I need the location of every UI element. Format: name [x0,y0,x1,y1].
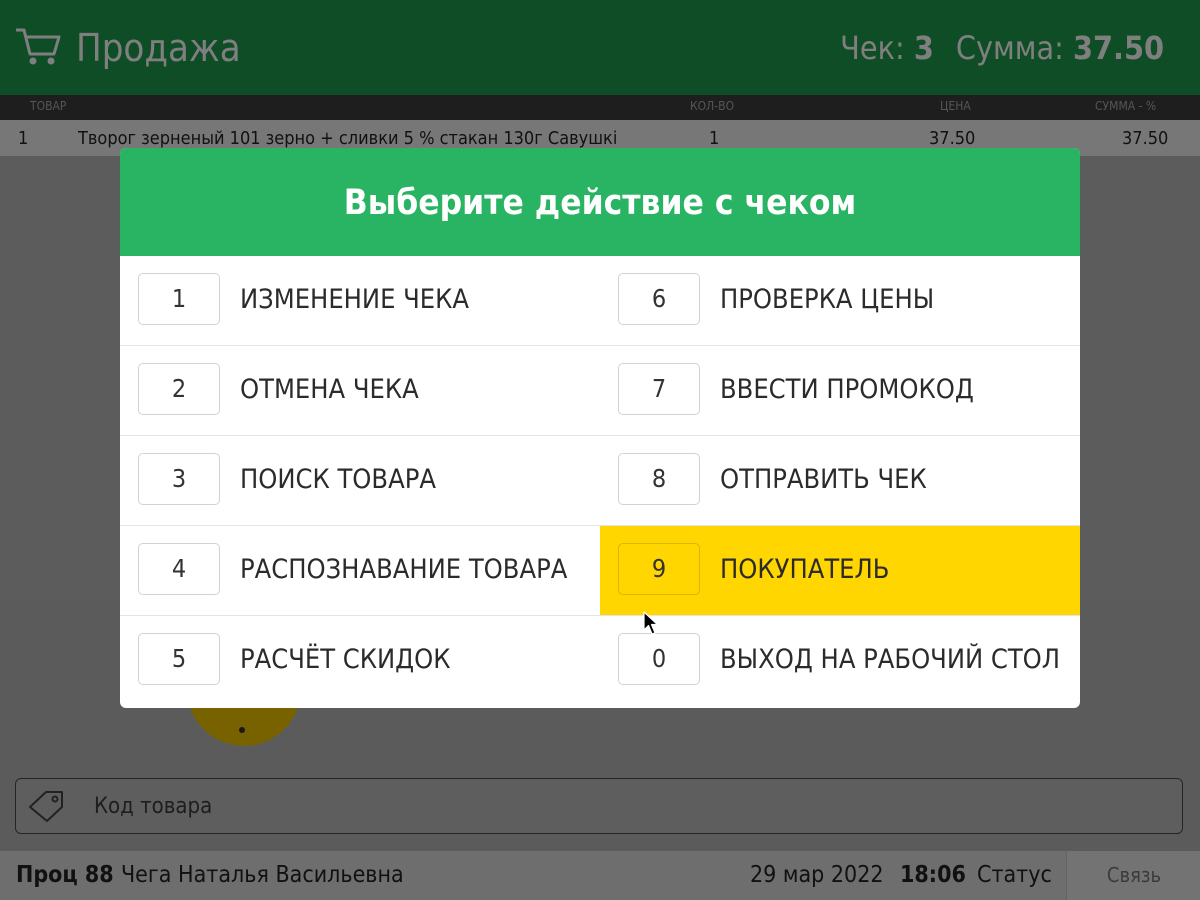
action-send-check[interactable]: 8 ОТПРАВИТЬ ЧЕК [600,436,1080,526]
action-label: ОТМЕНА ЧЕКА [240,374,419,405]
key-badge: 1 [138,273,220,325]
action-label: РАСПОЗНАВАНИЕ ТОВАРА [240,554,568,585]
action-enter-promocode[interactable]: 7 ВВЕСТИ ПРОМОКОД [600,346,1080,436]
key-badge: 7 [618,363,700,415]
action-label: ПРОВЕРКА ЦЕНЫ [720,284,935,315]
action-edit-check[interactable]: 1 ИЗМЕНЕНИЕ ЧЕКА [120,256,600,346]
key-badge: 8 [618,453,700,505]
key-badge: 9 [618,543,700,595]
key-badge: 5 [138,633,220,685]
key-badge: 0 [618,633,700,685]
action-customer[interactable]: 9 ПОКУПАТЕЛЬ [600,526,1080,616]
action-label: ВВЕСТИ ПРОМОКОД [720,374,974,405]
check-action-dialog: Выберите действие с чеком 1 ИЗМЕНЕНИЕ ЧЕ… [120,148,1080,708]
action-label: ПОКУПАТЕЛЬ [720,554,890,585]
action-calculate-discounts[interactable]: 5 РАСЧЁТ СКИДОК [120,616,600,706]
action-label: ИЗМЕНЕНИЕ ЧЕКА [240,284,470,315]
action-label: ВЫХОД НА РАБОЧИЙ СТОЛ [720,644,1061,675]
mouse-pointer-icon [643,611,659,635]
action-exit-desktop[interactable]: 0 ВЫХОД НА РАБОЧИЙ СТОЛ [600,616,1080,706]
action-check-price[interactable]: 6 ПРОВЕРКА ЦЕНЫ [600,256,1080,346]
key-badge: 3 [138,453,220,505]
key-badge: 4 [138,543,220,595]
key-badge: 6 [618,273,700,325]
action-recognize-product[interactable]: 4 РАСПОЗНАВАНИЕ ТОВАРА [120,526,600,616]
action-search-product[interactable]: 3 ПОИСК ТОВАРА [120,436,600,526]
action-label: ПОИСК ТОВАРА [240,464,436,495]
action-cancel-check[interactable]: 2 ОТМЕНА ЧЕКА [120,346,600,436]
action-label: РАСЧЁТ СКИДОК [240,644,451,675]
action-grid: 1 ИЗМЕНЕНИЕ ЧЕКА 2 ОТМЕНА ЧЕКА 3 ПОИСК Т… [120,256,1080,708]
action-label: ОТПРАВИТЬ ЧЕК [720,464,927,495]
key-badge: 2 [138,363,220,415]
dialog-title: Выберите действие с чеком [120,148,1080,256]
